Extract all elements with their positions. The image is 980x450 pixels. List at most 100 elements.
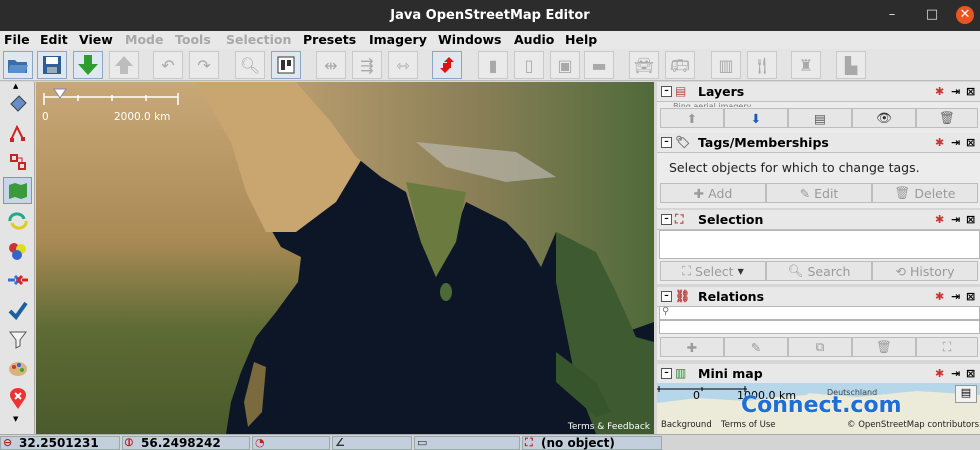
refresh-icon[interactable] bbox=[3, 207, 32, 234]
add-tag-button[interactable]: ✚ Add bbox=[660, 183, 766, 203]
delete-tag-button[interactable]: 🗑︎ Delete bbox=[872, 183, 978, 203]
move-up-button[interactable]: ⬆ bbox=[660, 108, 724, 128]
scroll-up-icon[interactable]: ▲ bbox=[13, 82, 18, 90]
zoom-icon[interactable]: 🔍︎ bbox=[235, 51, 265, 79]
menu-file[interactable]: File bbox=[4, 32, 30, 47]
merge-layer-button[interactable]: ▤ bbox=[788, 108, 852, 128]
validate-icon[interactable] bbox=[3, 296, 32, 323]
industrial-icon[interactable]: ▙ bbox=[836, 51, 866, 79]
split-way-icon[interactable]: ⇹ bbox=[316, 51, 346, 79]
settings-icon[interactable]: ✱ bbox=[935, 367, 944, 380]
close-panel-icon[interactable]: ⊠ bbox=[966, 85, 975, 98]
restaurant-icon[interactable]: 🍴︎ bbox=[747, 51, 777, 79]
upload-icon[interactable] bbox=[109, 51, 139, 79]
reverse-way-icon[interactable] bbox=[432, 51, 462, 79]
settings-icon[interactable]: ✱ bbox=[935, 136, 944, 149]
collapse-icon[interactable]: – bbox=[661, 137, 672, 148]
layer-switch-icon[interactable]: ▤ bbox=[955, 385, 977, 403]
menu-audio[interactable]: Audio bbox=[514, 32, 554, 47]
delete-relation-button[interactable]: 🗑︎ bbox=[852, 337, 916, 357]
menu-imagery[interactable]: Imagery bbox=[369, 32, 427, 47]
filter-icon[interactable] bbox=[3, 325, 32, 352]
minimap-scale-zero: 0 bbox=[693, 389, 700, 402]
attribution-link[interactable]: Terms & Feedback bbox=[568, 422, 650, 432]
menu-selection[interactable]: Selection bbox=[226, 32, 291, 47]
select-mode-icon[interactable] bbox=[3, 90, 32, 117]
settings-icon[interactable]: ✱ bbox=[935, 85, 944, 98]
select-relation-button[interactable]: ⛶ bbox=[916, 337, 978, 357]
close-panel-icon[interactable]: ⊠ bbox=[966, 367, 975, 380]
settings-icon[interactable]: ✱ bbox=[935, 213, 944, 226]
menu-presets[interactable]: Presets bbox=[303, 32, 356, 47]
menu-view[interactable]: View bbox=[79, 32, 113, 47]
settings-icon[interactable]: ✱ bbox=[935, 290, 944, 303]
history-button[interactable]: ⟲ History bbox=[872, 261, 978, 281]
add-relation-button[interactable]: ✚ bbox=[660, 337, 724, 357]
selection-title: Selection bbox=[698, 212, 764, 227]
terms-link[interactable]: Terms of Use bbox=[721, 420, 776, 430]
preferences-icon[interactable] bbox=[271, 51, 301, 79]
dock-icon[interactable]: ⇥ bbox=[951, 136, 960, 149]
select-label: Select bbox=[695, 263, 734, 279]
combine-way-icon[interactable]: ⇶ bbox=[352, 51, 382, 79]
redo-icon[interactable]: ↷ bbox=[189, 51, 219, 79]
scroll-down-icon[interactable]: ▼ bbox=[13, 415, 18, 423]
collapse-icon[interactable]: – bbox=[661, 86, 672, 97]
move-down-button[interactable]: ⬇ bbox=[724, 108, 788, 128]
map-view[interactable]: Terms & Feedback bbox=[36, 82, 654, 434]
open-icon[interactable] bbox=[3, 51, 33, 79]
notes-icon[interactable] bbox=[3, 385, 32, 412]
building-icon[interactable]: ▯ bbox=[514, 51, 544, 79]
search-icon: ⚲ bbox=[662, 306, 670, 317]
edit-tag-button[interactable]: ✎ Edit bbox=[766, 183, 872, 203]
close-button[interactable]: ✕ bbox=[956, 6, 974, 24]
collapse-icon[interactable]: – bbox=[661, 214, 672, 225]
building-icon[interactable]: ▮ bbox=[478, 51, 508, 79]
visibility-button[interactable]: 👁︎ bbox=[852, 108, 916, 128]
delete-layer-button[interactable]: 🗑︎ bbox=[916, 108, 978, 128]
bus-icon[interactable]: 🚌︎ bbox=[665, 51, 695, 79]
close-panel-icon[interactable]: ⊠ bbox=[966, 213, 975, 226]
draw-mode-icon[interactable] bbox=[3, 119, 32, 146]
collapse-icon[interactable]: – bbox=[661, 368, 672, 379]
castle-icon[interactable]: ♜ bbox=[791, 51, 821, 79]
car-icon[interactable]: 🚘︎ bbox=[629, 51, 659, 79]
merge-icon[interactable] bbox=[3, 266, 32, 293]
save-icon[interactable] bbox=[37, 51, 67, 79]
dock-icon[interactable]: ⇥ bbox=[951, 290, 960, 303]
toilets-icon[interactable]: ▥ bbox=[711, 51, 741, 79]
menu-windows[interactable]: Windows bbox=[438, 32, 502, 47]
highway-icon[interactable]: ▬ bbox=[584, 51, 614, 79]
relations-search-input[interactable]: ⚲ bbox=[659, 306, 980, 320]
menu-tools[interactable]: Tools bbox=[175, 32, 211, 47]
selection-status-field: ⛶ (no object) bbox=[522, 436, 662, 450]
menu-mode[interactable]: Mode bbox=[125, 32, 163, 47]
search-button[interactable]: 🔍︎ Search bbox=[766, 261, 872, 281]
dock-icon[interactable]: ⇥ bbox=[951, 85, 960, 98]
close-panel-icon[interactable]: ⊠ bbox=[966, 290, 975, 303]
relations-list[interactable] bbox=[659, 320, 980, 334]
latitude-icon: ⊖ bbox=[3, 436, 13, 449]
menu-edit[interactable]: Edit bbox=[40, 32, 68, 47]
map-mode-icon[interactable] bbox=[3, 177, 32, 204]
selection-list[interactable] bbox=[659, 230, 980, 259]
zoom-mode-icon[interactable] bbox=[3, 148, 32, 175]
minimap-view[interactable]: 0 1000.0 km Deutschland Connect.com Back… bbox=[657, 383, 980, 434]
close-panel-icon[interactable]: ⊠ bbox=[966, 136, 975, 149]
align-icon[interactable]: ⇿ bbox=[388, 51, 418, 79]
undo-icon[interactable]: ↶ bbox=[153, 51, 183, 79]
dock-icon[interactable]: ⇥ bbox=[951, 213, 960, 226]
maximize-button[interactable]: □ bbox=[923, 6, 941, 24]
dock-icon[interactable]: ⇥ bbox=[951, 367, 960, 380]
edit-relation-button[interactable]: ✎ bbox=[724, 337, 788, 357]
minimize-button[interactable]: – bbox=[883, 6, 901, 24]
map-paint-icon[interactable] bbox=[3, 355, 32, 382]
layer-row[interactable]: Bing aerial imagery bbox=[673, 102, 953, 107]
presets-icon[interactable] bbox=[3, 237, 32, 264]
collapse-icon[interactable]: – bbox=[661, 291, 672, 302]
menu-help[interactable]: Help bbox=[565, 32, 597, 47]
download-icon[interactable] bbox=[73, 51, 103, 79]
shop-icon[interactable]: ▣ bbox=[550, 51, 580, 79]
select-button[interactable]: ⛶ Select ▼ bbox=[660, 261, 766, 281]
duplicate-relation-button[interactable]: ⧉ bbox=[788, 337, 852, 357]
